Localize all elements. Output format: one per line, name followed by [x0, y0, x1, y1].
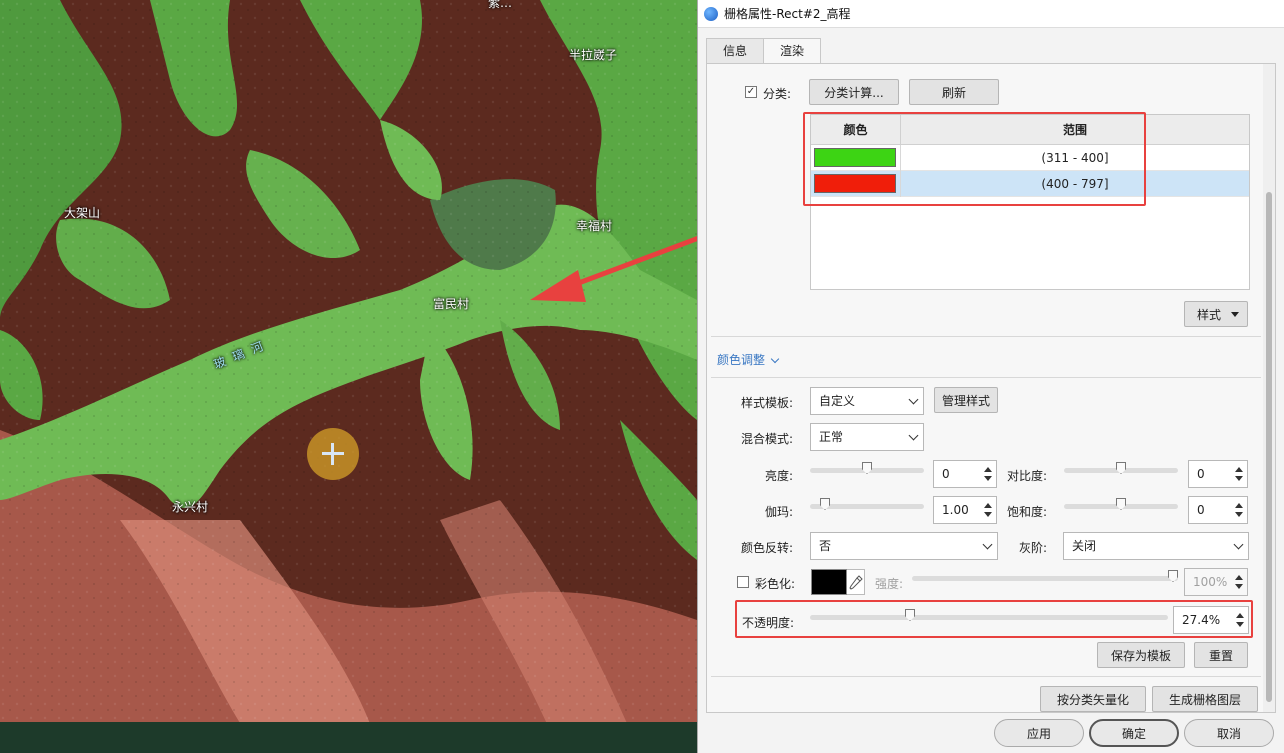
gamma-slider[interactable] — [810, 498, 924, 516]
panel-scrollbar[interactable] — [1263, 64, 1275, 712]
map-center-crosshair-icon — [307, 428, 359, 480]
grayscale-label: 灰阶: — [1018, 541, 1047, 555]
manage-style-button[interactable]: 管理样式 — [934, 387, 998, 413]
slider-track — [912, 576, 1178, 581]
gamma-value: 1.00 — [942, 503, 969, 517]
app-globe-icon — [704, 6, 718, 21]
raster-properties-dialog: 栅格属性-Rect#2_高程 信息 渲染 ✓ 分类: 分类计算... 刷新 颜色… — [697, 0, 1284, 753]
vectorize-by-class-button[interactable]: 按分类矢量化 — [1040, 686, 1146, 712]
caret-down-icon — [1231, 312, 1239, 317]
spin-arrows-icon — [1235, 573, 1243, 591]
gamma-spinbox[interactable]: 1.00 — [933, 496, 997, 524]
colorize-label: 彩色化: — [755, 577, 796, 591]
brightness-value: 0 — [942, 467, 950, 481]
saturation-slider[interactable] — [1064, 498, 1178, 516]
style-dropdown-button[interactable]: 样式 — [1184, 301, 1248, 327]
colorize-color-swatch[interactable] — [811, 569, 847, 595]
apply-button[interactable]: 应用 — [994, 719, 1084, 747]
refresh-button[interactable]: 刷新 — [909, 79, 999, 105]
spin-arrows-icon[interactable] — [1235, 501, 1243, 519]
grayscale-select[interactable]: 关闭 — [1063, 532, 1249, 560]
panel-scrollbar-thumb[interactable] — [1266, 192, 1272, 702]
eyedropper-button[interactable] — [847, 569, 865, 595]
style-template-select[interactable]: 自定义 — [810, 387, 924, 415]
brightness-spinbox[interactable]: 0 — [933, 460, 997, 488]
contrast-spinbox[interactable]: 0 — [1188, 460, 1248, 488]
chevron-down-icon — [770, 354, 780, 364]
brightness-slider[interactable] — [810, 462, 924, 480]
section-divider — [711, 377, 1261, 378]
cancel-button[interactable]: 取消 — [1184, 719, 1274, 747]
strength-value: 100% — [1193, 575, 1228, 589]
style-template-label: 样式模板: — [740, 396, 793, 410]
spin-arrows-icon[interactable] — [1235, 465, 1243, 483]
strength-spinbox: 100% — [1184, 568, 1248, 596]
window-title: 栅格属性-Rect#2_高程 — [724, 7, 851, 21]
spin-arrows-icon[interactable] — [984, 465, 992, 483]
strength-label: 强度: — [875, 577, 904, 591]
map-label-top: 紫… — [488, 0, 513, 10]
opacity-highlight-box — [735, 600, 1253, 638]
color-adjust-title: 颜色调整 — [717, 353, 766, 367]
blend-mode-value: 正常 — [819, 430, 844, 444]
invert-value: 否 — [819, 539, 832, 553]
saturation-label: 饱和度: — [1006, 505, 1047, 519]
ok-button[interactable]: 确定 — [1089, 719, 1179, 747]
terrain-raster — [0, 0, 697, 753]
invert-select[interactable]: 否 — [810, 532, 998, 560]
map-view[interactable]: 紫… 半拉崴子 大架山 幸福村 富民村 玻璃河 永兴村 — [0, 0, 697, 753]
classify-checkbox[interactable]: ✓ — [745, 86, 757, 98]
invert-label: 颜色反转: — [740, 541, 793, 555]
strength-slider — [912, 570, 1178, 588]
style-template-value: 自定义 — [819, 394, 856, 408]
section-divider — [711, 676, 1261, 677]
tab-render[interactable]: 渲染 — [763, 38, 822, 65]
map-label-dajiashan: 大架山 — [64, 206, 101, 220]
eyedropper-icon — [849, 575, 863, 590]
table-highlight-box — [803, 112, 1146, 206]
map-label-fumincun: 富民村 — [433, 297, 470, 311]
contrast-label: 对比度: — [1006, 469, 1047, 483]
dialog-titlebar[interactable]: 栅格属性-Rect#2_高程 — [698, 0, 1284, 28]
color-adjust-section-toggle[interactable]: 颜色调整 — [717, 351, 780, 368]
reset-button[interactable]: 重置 — [1194, 642, 1248, 668]
section-divider — [711, 336, 1261, 337]
saturation-spinbox[interactable]: 0 — [1188, 496, 1248, 524]
style-button-label: 样式 — [1197, 307, 1222, 322]
blend-mode-label: 混合模式: — [740, 432, 793, 446]
saturation-value: 0 — [1197, 503, 1205, 517]
colorize-checkbox[interactable] — [737, 576, 749, 588]
map-label-banlaraizi: 半拉崴子 — [569, 48, 618, 62]
save-as-template-button[interactable]: 保存为模板 — [1097, 642, 1185, 668]
spin-arrows-icon[interactable] — [984, 501, 992, 519]
contrast-value: 0 — [1197, 467, 1205, 481]
brightness-label: 亮度: — [764, 469, 793, 483]
map-label-yongxingcun: 永兴村 — [172, 500, 209, 514]
chevron-down-icon — [910, 388, 917, 414]
tab-bar: 信息 渲染 — [706, 38, 822, 65]
render-tab-panel: ✓ 分类: 分类计算... 刷新 颜色 范围 (311 - 400] (400 … — [706, 63, 1276, 713]
classify-compute-button[interactable]: 分类计算... — [809, 79, 899, 105]
chevron-down-icon — [984, 533, 991, 559]
tab-info[interactable]: 信息 — [706, 38, 765, 64]
gamma-label: 伽玛: — [764, 505, 793, 519]
grayscale-value: 关闭 — [1072, 539, 1097, 553]
contrast-slider[interactable] — [1064, 462, 1178, 480]
blend-mode-select[interactable]: 正常 — [810, 423, 924, 451]
chevron-down-icon — [910, 424, 917, 450]
chevron-down-icon — [1235, 533, 1242, 559]
map-bottom-strip — [0, 722, 697, 753]
classify-label: 分类: — [763, 87, 792, 101]
map-label-xingfucun: 幸福村 — [576, 219, 613, 233]
generate-raster-layer-button[interactable]: 生成栅格图层 — [1152, 686, 1258, 712]
